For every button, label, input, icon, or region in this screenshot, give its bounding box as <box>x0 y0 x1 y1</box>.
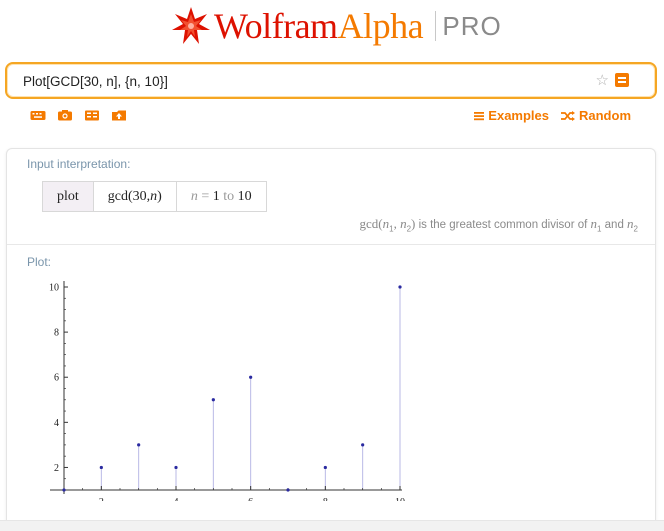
range-equals: = <box>197 188 213 204</box>
gcd-definition-note: gcd(n1, n2) is the greatest common divis… <box>360 216 638 233</box>
data-point <box>174 465 178 470</box>
data-point <box>62 488 66 492</box>
wolfram-alpha-logo[interactable]: WolframAlpha ® PRO <box>170 0 502 48</box>
interp-cell-plot: plot <box>43 182 94 211</box>
spikey-star-icon <box>172 7 210 44</box>
equals-button-icon[interactable] <box>615 73 629 87</box>
bottom-strip <box>0 520 664 531</box>
star-icon[interactable]: ☆ <box>596 72 609 90</box>
x-tick-label: 10 <box>395 497 405 501</box>
y-tick-label: 10 <box>49 283 59 294</box>
list-icon <box>474 111 485 120</box>
interp-cell-range: n = 1 to 10 <box>177 182 266 211</box>
note-and: and <box>601 219 628 231</box>
func-suffix: ) <box>157 188 162 204</box>
plot-title: Plot: <box>27 255 52 269</box>
range-from: 1 <box>212 188 220 204</box>
data-point <box>211 398 215 402</box>
func-variable: n <box>150 188 158 204</box>
keyboard-icon[interactable] <box>30 108 46 122</box>
y-tick-label: 6 <box>54 373 59 384</box>
results-panel: Input interpretation: plot gcd(30, n) n … <box>6 148 656 531</box>
brand-tier: PRO <box>442 10 502 41</box>
y-tick-label: 2 <box>54 463 59 474</box>
input-interpretation-table: plot gcd(30, n) n = 1 to 10 <box>42 181 267 212</box>
input-interpretation-title: Input interpretation: <box>27 157 131 171</box>
input-toolbar <box>30 108 127 122</box>
data-point <box>137 443 141 447</box>
trademark-symbol: ® <box>424 0 431 1</box>
data-point <box>361 443 365 447</box>
x-tick-label: 4 <box>174 497 179 501</box>
data-point <box>249 375 253 379</box>
range-to: 10 <box>237 188 252 204</box>
toolbar-links: Examples Random <box>474 108 631 123</box>
y-tick-label: 8 <box>54 328 59 339</box>
file-upload-icon[interactable] <box>111 108 127 122</box>
range-variable: n <box>190 188 198 204</box>
note-text: is the greatest common divisor of <box>415 219 591 231</box>
search-input[interactable] <box>23 71 583 91</box>
note-func: gcd( <box>359 216 383 231</box>
interp-cell-function: gcd(30, n) <box>94 182 177 211</box>
random-label: Random <box>579 108 631 123</box>
data-point <box>286 488 290 492</box>
logo-separator <box>435 11 437 41</box>
camera-icon[interactable] <box>57 108 73 122</box>
x-tick-label: 2 <box>99 497 104 501</box>
shuffle-icon <box>561 110 575 121</box>
random-link[interactable]: Random <box>561 108 631 123</box>
data-point <box>99 465 103 470</box>
data-input-icon[interactable] <box>84 108 100 122</box>
pod-divider <box>7 244 655 245</box>
search-box: ☆ <box>5 62 657 99</box>
func-prefix: gcd(30, <box>107 188 151 204</box>
x-tick-label: 8 <box>323 497 328 501</box>
y-tick-label: 4 <box>54 418 59 429</box>
range-to-word: to <box>219 188 238 204</box>
note-n2b-sub: 2 <box>633 224 638 234</box>
brand-wolfram: Wolfram <box>214 6 338 46</box>
brand-alpha: Alpha <box>337 6 424 46</box>
examples-label: Examples <box>488 108 549 123</box>
examples-link[interactable]: Examples <box>474 108 549 123</box>
brand-wordmark: WolframAlpha ® <box>214 0 431 47</box>
data-point <box>323 465 327 470</box>
gcd-plot: 2 4 6 8 10 2 4 6 8 10 <box>49 281 405 501</box>
x-tick-label: 6 <box>248 497 253 501</box>
data-point <box>398 285 402 289</box>
